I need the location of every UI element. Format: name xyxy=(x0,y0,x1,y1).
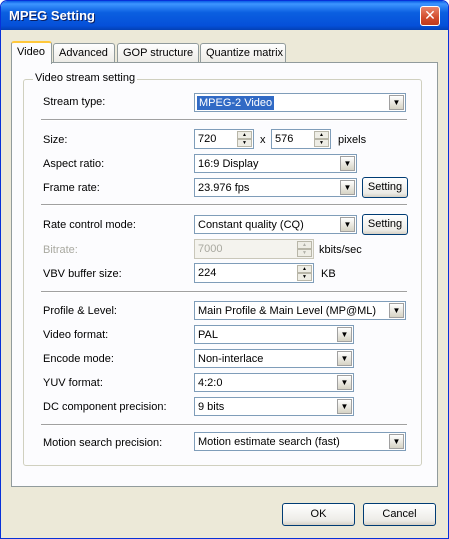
stream-type-label: Stream type: xyxy=(43,96,106,108)
spin-down-icon[interactable]: ▼ xyxy=(314,139,329,147)
motion-search-value: Motion estimate search (fast) xyxy=(198,436,340,448)
vbv-unit-label: KB xyxy=(321,268,336,280)
video-format-label: Video format: xyxy=(43,329,109,341)
separator xyxy=(41,424,407,426)
spin-down-icon[interactable]: ▼ xyxy=(237,139,252,147)
profile-level-value: Main Profile & Main Level (MP@ML) xyxy=(198,305,377,317)
chevron-down-icon[interactable]: ▼ xyxy=(337,375,352,390)
window-title: MPEG Setting xyxy=(9,8,95,23)
close-button[interactable]: ✕ xyxy=(420,6,440,26)
tab-video[interactable]: Video xyxy=(11,41,52,64)
height-stepper[interactable]: 576 ▲ ▼ xyxy=(271,129,331,149)
ok-button[interactable]: OK xyxy=(282,503,355,526)
frame-rate-setting-button[interactable]: Setting xyxy=(362,177,408,198)
chevron-down-icon[interactable]: ▼ xyxy=(340,217,355,232)
chevron-down-icon[interactable]: ▼ xyxy=(337,327,352,342)
chevron-down-icon[interactable]: ▼ xyxy=(389,434,404,449)
dc-precision-value: 9 bits xyxy=(198,401,225,413)
dc-precision-label: DC component precision: xyxy=(43,401,167,413)
chevron-down-icon[interactable]: ▼ xyxy=(337,399,352,414)
motion-search-label: Motion search precision: xyxy=(43,437,163,449)
stream-type-value: MPEG-2 Video xyxy=(197,96,275,110)
chevron-down-icon[interactable]: ▼ xyxy=(389,95,404,110)
yuv-format-select[interactable]: 4:2:0 ▼ xyxy=(194,373,354,392)
spin-up-icon[interactable]: ▲ xyxy=(314,131,329,139)
bitrate-label: Bitrate: xyxy=(43,244,78,256)
yuv-format-label: YUV format: xyxy=(43,377,103,389)
bitrate-value: 7000 xyxy=(198,243,223,255)
profile-level-label: Profile & Level: xyxy=(43,305,117,317)
spin-up-icon[interactable]: ▲ xyxy=(297,265,312,273)
spin-down-icon[interactable]: ▼ xyxy=(297,273,312,281)
mpeg-setting-dialog: MPEG Setting ✕ Video Advanced GOP struct… xyxy=(0,0,449,539)
rate-control-setting-button[interactable]: Setting xyxy=(362,214,408,235)
profile-level-select[interactable]: Main Profile & Main Level (MP@ML) ▼ xyxy=(194,301,406,320)
tab-advanced[interactable]: Advanced xyxy=(53,43,115,62)
separator xyxy=(41,204,407,206)
group-title: Video stream setting xyxy=(33,72,138,84)
vbv-buffer-stepper[interactable]: 224 ▲ ▼ xyxy=(194,263,314,283)
spin-up-icon: ▲ xyxy=(297,241,312,249)
encode-mode-select[interactable]: Non-interlace ▼ xyxy=(194,349,354,368)
bitrate-unit-label: kbits/sec xyxy=(319,244,362,256)
tab-quantize-matrix[interactable]: Quantize matrix xyxy=(200,43,286,62)
size-x-label: x xyxy=(260,134,266,146)
pixels-unit-label: pixels xyxy=(338,134,367,146)
width-value: 720 xyxy=(198,133,217,145)
separator xyxy=(41,119,407,121)
rate-control-select[interactable]: Constant quality (CQ) ▼ xyxy=(194,215,357,234)
video-format-select[interactable]: PAL ▼ xyxy=(194,325,354,344)
stream-type-select[interactable]: MPEG-2 Video ▼ xyxy=(194,93,406,112)
encode-mode-label: Encode mode: xyxy=(43,353,114,365)
frame-rate-select[interactable]: 23.976 fps ▼ xyxy=(194,178,357,197)
frame-rate-label: Frame rate: xyxy=(43,182,100,194)
video-format-value: PAL xyxy=(198,329,218,341)
motion-search-select[interactable]: Motion estimate search (fast) ▼ xyxy=(194,432,406,451)
aspect-ratio-select[interactable]: 16:9 Display ▼ xyxy=(194,154,357,173)
title-bar: MPEG Setting ✕ xyxy=(1,1,448,30)
dc-precision-select[interactable]: 9 bits ▼ xyxy=(194,397,354,416)
yuv-format-value: 4:2:0 xyxy=(198,377,223,389)
vbv-buffer-value: 224 xyxy=(198,267,217,279)
rate-control-label: Rate control mode: xyxy=(43,219,136,231)
width-stepper[interactable]: 720 ▲ ▼ xyxy=(194,129,254,149)
chevron-down-icon[interactable]: ▼ xyxy=(340,180,355,195)
bitrate-stepper: 7000 ▲ ▼ xyxy=(194,239,314,259)
aspect-ratio-value: 16:9 Display xyxy=(198,158,259,170)
size-label: Size: xyxy=(43,134,68,146)
chevron-down-icon[interactable]: ▼ xyxy=(340,156,355,171)
spin-up-icon[interactable]: ▲ xyxy=(237,131,252,139)
rate-control-value: Constant quality (CQ) xyxy=(198,219,304,231)
vbv-buffer-label: VBV buffer size: xyxy=(43,268,122,280)
tab-gop-structure[interactable]: GOP structure xyxy=(117,43,199,62)
chevron-down-icon[interactable]: ▼ xyxy=(389,303,404,318)
separator xyxy=(41,291,407,293)
frame-rate-value: 23.976 fps xyxy=(198,182,250,194)
height-value: 576 xyxy=(275,133,294,145)
aspect-ratio-label: Aspect ratio: xyxy=(43,158,105,170)
spin-down-icon: ▼ xyxy=(297,249,312,257)
encode-mode-value: Non-interlace xyxy=(198,353,264,365)
chevron-down-icon[interactable]: ▼ xyxy=(337,351,352,366)
cancel-button[interactable]: Cancel xyxy=(363,503,436,526)
